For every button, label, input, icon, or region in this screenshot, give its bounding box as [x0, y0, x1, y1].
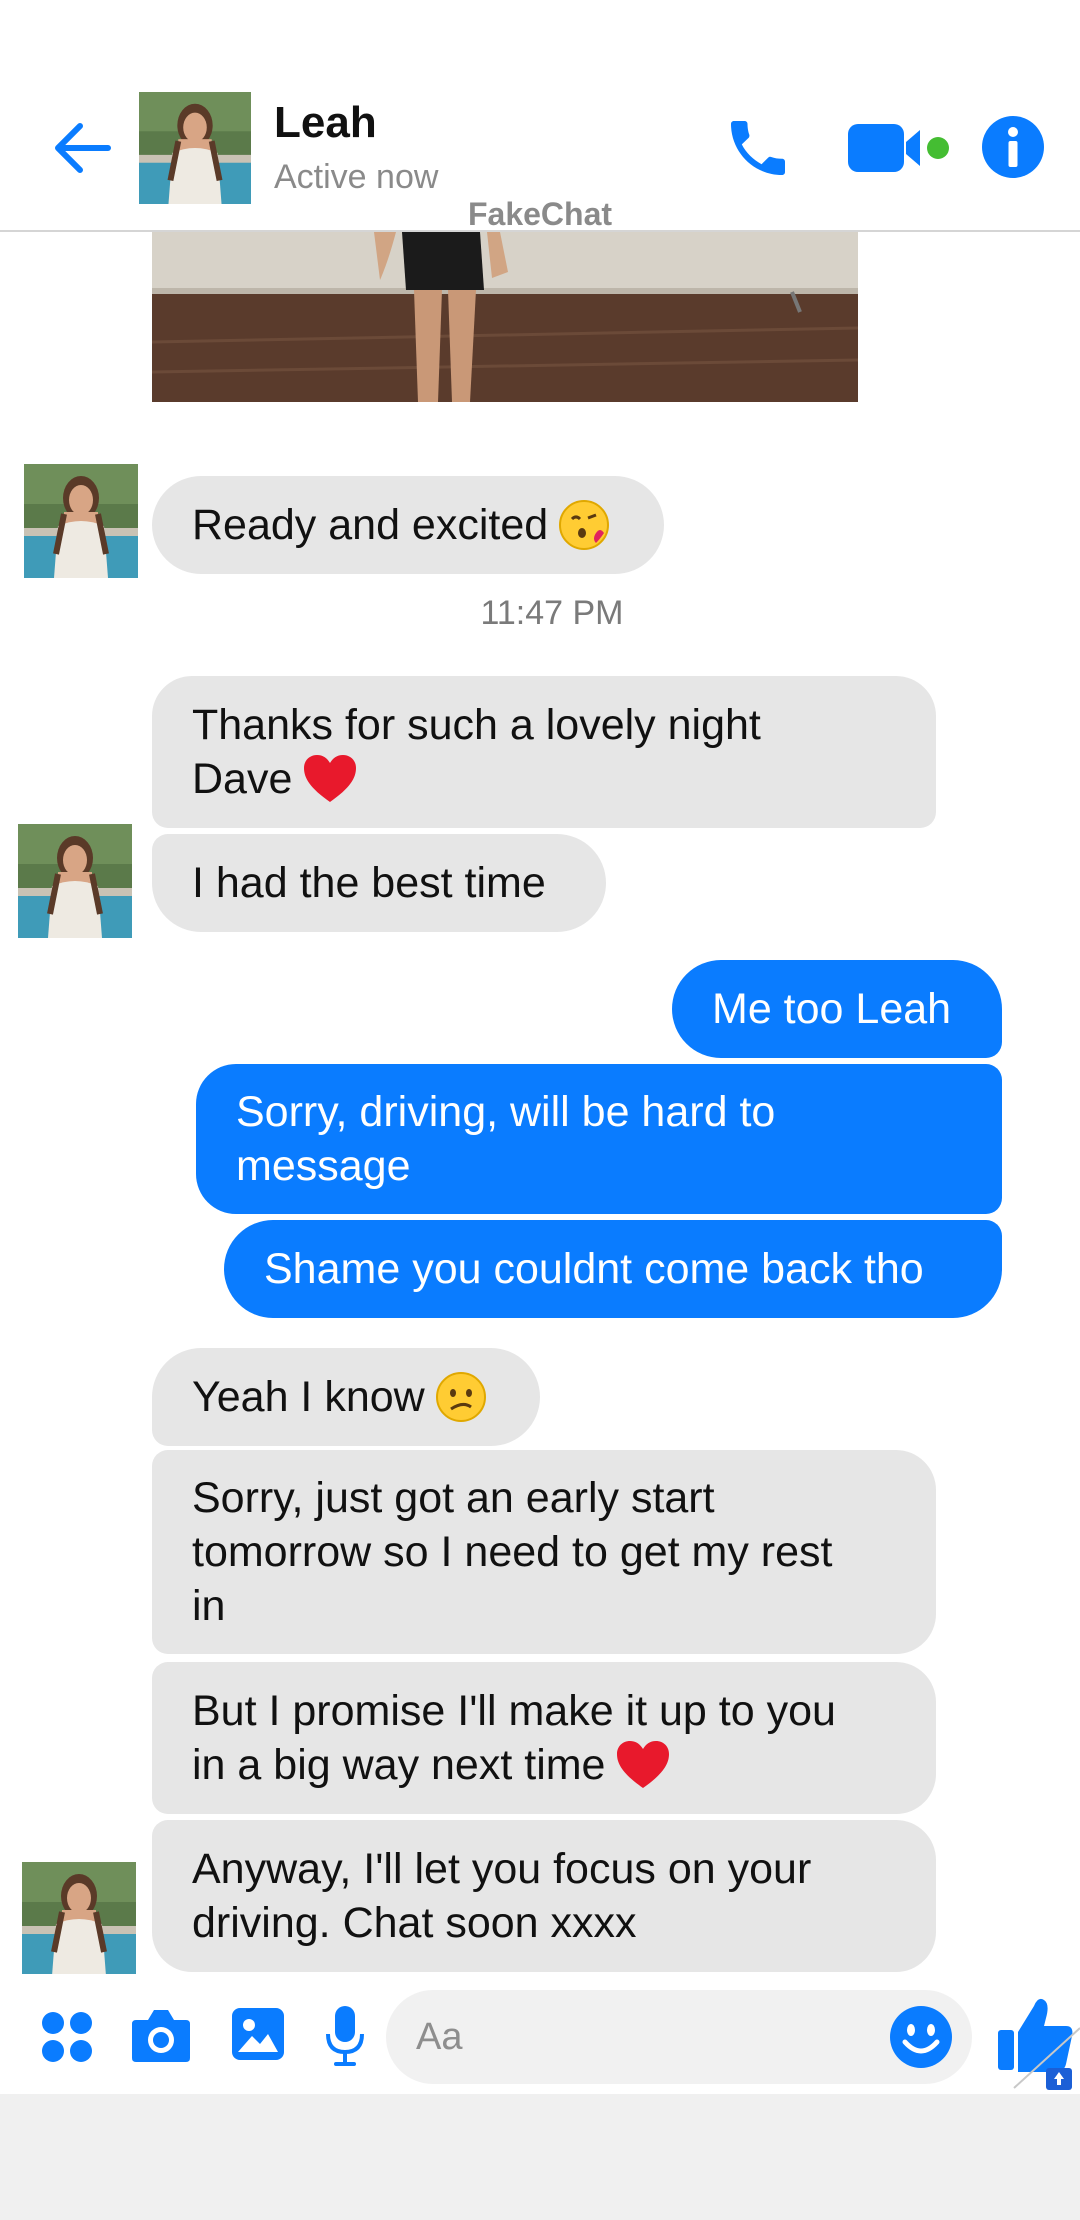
message-bubble[interactable]: But I promise I'll make it up to you in … — [152, 1662, 936, 1814]
emoji-button[interactable] — [888, 2004, 954, 2070]
back-arrow-icon — [55, 123, 111, 173]
apps-grid-icon — [42, 2012, 92, 2062]
active-status: Active now — [274, 158, 439, 196]
video-camera-icon — [848, 124, 949, 172]
message-bubble[interactable]: Sorry, driving, will be hard to message — [196, 1064, 1002, 1214]
message-bubble[interactable]: Sorry, just got an early start tomorrow … — [152, 1450, 936, 1654]
camera-button[interactable] — [130, 2006, 192, 2064]
keyboard-area-placeholder — [0, 2094, 1080, 2220]
message-bubble[interactable]: Ready and excited — [152, 476, 664, 574]
message-text-line: Dave — [192, 755, 293, 803]
message-text: Shame you couldnt come back tho — [264, 1245, 924, 1293]
back-button[interactable] — [44, 112, 120, 184]
microphone-icon — [326, 2006, 364, 2066]
confused-face-emoji — [435, 1372, 486, 1422]
message-text: Ready and excited — [192, 501, 549, 549]
message-text: I had the best time — [192, 859, 546, 907]
message-bubble[interactable]: Yeah I know — [152, 1348, 540, 1446]
message-bubble[interactable]: Thanks for such a lovely night Dave — [152, 676, 936, 828]
message-text: Yeah I know — [192, 1373, 425, 1421]
red-heart-emoji — [304, 755, 357, 802]
apps-button[interactable] — [40, 2010, 94, 2064]
like-button[interactable] — [994, 1984, 1080, 2094]
message-text-line: Thanks for such a lovely night — [192, 701, 761, 749]
red-heart-emoji — [617, 1741, 670, 1788]
camera-icon — [132, 2010, 190, 2062]
message-input[interactable] — [386, 1990, 972, 2084]
message-bubble[interactable]: Shame you couldnt come back tho — [224, 1220, 1002, 1318]
message-text-line: Anyway, I'll let you focus on your — [192, 1845, 812, 1893]
info-icon — [982, 116, 1044, 178]
message-text-line: in — [192, 1582, 226, 1630]
shared-photo[interactable] — [152, 232, 858, 402]
contact-avatar[interactable] — [22, 1862, 136, 1974]
message-text: Me too Leah — [712, 985, 952, 1033]
smiley-icon — [890, 2006, 952, 2068]
voice-call-button[interactable] — [722, 112, 794, 184]
watermark: FakeChat — [467, 196, 613, 232]
video-call-button[interactable] — [846, 118, 956, 178]
contact-avatar[interactable] — [18, 824, 132, 938]
contact-avatar[interactable] — [138, 92, 252, 204]
message-timestamp: 11:47 PM — [480, 594, 624, 632]
message-text-line: But I promise I'll make it up to you — [192, 1687, 836, 1735]
info-button[interactable] — [980, 114, 1046, 180]
active-dot — [927, 137, 949, 159]
contact-avatar[interactable] — [24, 464, 138, 578]
photo-gallery-icon — [232, 2008, 284, 2060]
message-bubble[interactable]: Anyway, I'll let you focus on your drivi… — [152, 1820, 936, 1972]
message-bubble[interactable]: Me too Leah — [672, 960, 1002, 1058]
message-bubble[interactable]: I had the best time — [152, 834, 606, 932]
message-text-line: message — [236, 1142, 411, 1190]
kiss-emoji — [559, 500, 610, 550]
message-composer — [0, 1982, 1080, 2094]
message-text-line: in a big way next time — [192, 1741, 606, 1789]
contact-name[interactable]: Leah — [274, 98, 377, 148]
message-text-line: Sorry, just got an early start — [192, 1474, 715, 1522]
message-text-line: tomorrow so I need to get my rest — [192, 1528, 833, 1576]
thumbs-up-icon — [998, 1998, 1080, 2090]
phone-icon — [731, 121, 785, 175]
voice-message-button[interactable] — [324, 2004, 366, 2068]
message-text-line: Sorry, driving, will be hard to — [236, 1088, 776, 1136]
message-text-line: driving. Chat soon xxxx — [192, 1899, 637, 1947]
gallery-button[interactable] — [230, 2006, 286, 2062]
